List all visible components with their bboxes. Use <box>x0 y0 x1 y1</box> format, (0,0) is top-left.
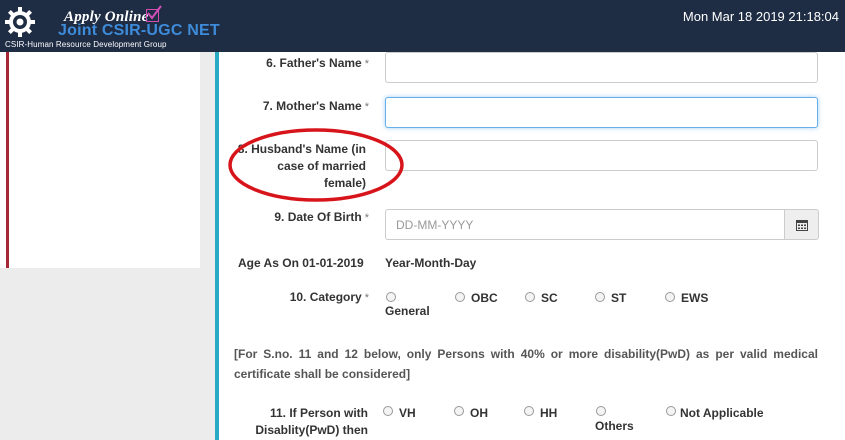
form-panel-accent-bar <box>215 52 219 440</box>
header-datetime: Mon Mar 18 2019 21:18:04 <box>682 9 839 24</box>
pwd-others-label: Others <box>595 419 634 433</box>
mother-name-label: 7. Mother's Name * <box>262 99 369 113</box>
org-name: CSIR-Human Resource Development Group <box>5 40 167 49</box>
left-panel-accent-bar <box>6 52 9 268</box>
category-st-label: ST <box>611 291 627 305</box>
father-name-label: 6. Father's Name * <box>266 56 369 70</box>
category-obc-label: OBC <box>471 291 498 305</box>
pwd-not-applicable-label: Not Applicable <box>680 406 764 420</box>
category-general-label: General <box>385 304 430 318</box>
app-header: Apply Online Joint CSIR-UGC NET CSIR-Hum… <box>0 0 845 52</box>
mother-name-input[interactable] <box>385 97 818 128</box>
pwd-vh-radio[interactable] <box>383 406 393 416</box>
age-value: Year-Month-Day <box>385 256 477 270</box>
age-label: Age As On 01-01-2019 <box>238 256 364 270</box>
dob-label: 9. Date Of Birth * <box>274 210 369 224</box>
category-ews-label: EWS <box>681 291 709 305</box>
dob-input[interactable] <box>385 209 784 240</box>
husband-name-label: 8. Husband's Name (in case of married fe… <box>237 142 366 190</box>
csir-gear-logo-icon <box>5 7 35 37</box>
father-name-input[interactable] <box>385 52 818 83</box>
category-sc-label: SC <box>541 291 558 305</box>
pwd-others-radio[interactable] <box>596 406 606 416</box>
pwd-hh-radio[interactable] <box>524 406 534 416</box>
category-st-radio[interactable] <box>595 292 605 302</box>
husband-name-input[interactable] <box>385 140 818 171</box>
calendar-button[interactable] <box>784 209 819 240</box>
category-general-radio[interactable] <box>386 292 396 302</box>
left-side-panel <box>0 52 200 268</box>
pwd-note: [For S.no. 11 and 12 below, only Persons… <box>234 347 818 381</box>
pwd-vh-label: VH <box>399 406 416 420</box>
pwd-not-applicable-radio[interactable] <box>666 406 676 416</box>
checkbox-logo-icon <box>146 5 162 22</box>
category-label: 10. Category * <box>289 290 369 304</box>
program-name: Joint CSIR-UGC NET <box>58 22 220 39</box>
calendar-icon <box>795 219 808 231</box>
category-obc-radio[interactable] <box>455 292 465 302</box>
pwd-oh-label: OH <box>470 406 488 420</box>
category-sc-radio[interactable] <box>525 292 535 302</box>
category-ews-radio[interactable] <box>665 292 675 302</box>
pwd-oh-radio[interactable] <box>454 406 464 416</box>
pwd-hh-label: HH <box>540 406 558 420</box>
pwd-label: 11. If Person with Disablity(PwD) then <box>255 406 368 437</box>
